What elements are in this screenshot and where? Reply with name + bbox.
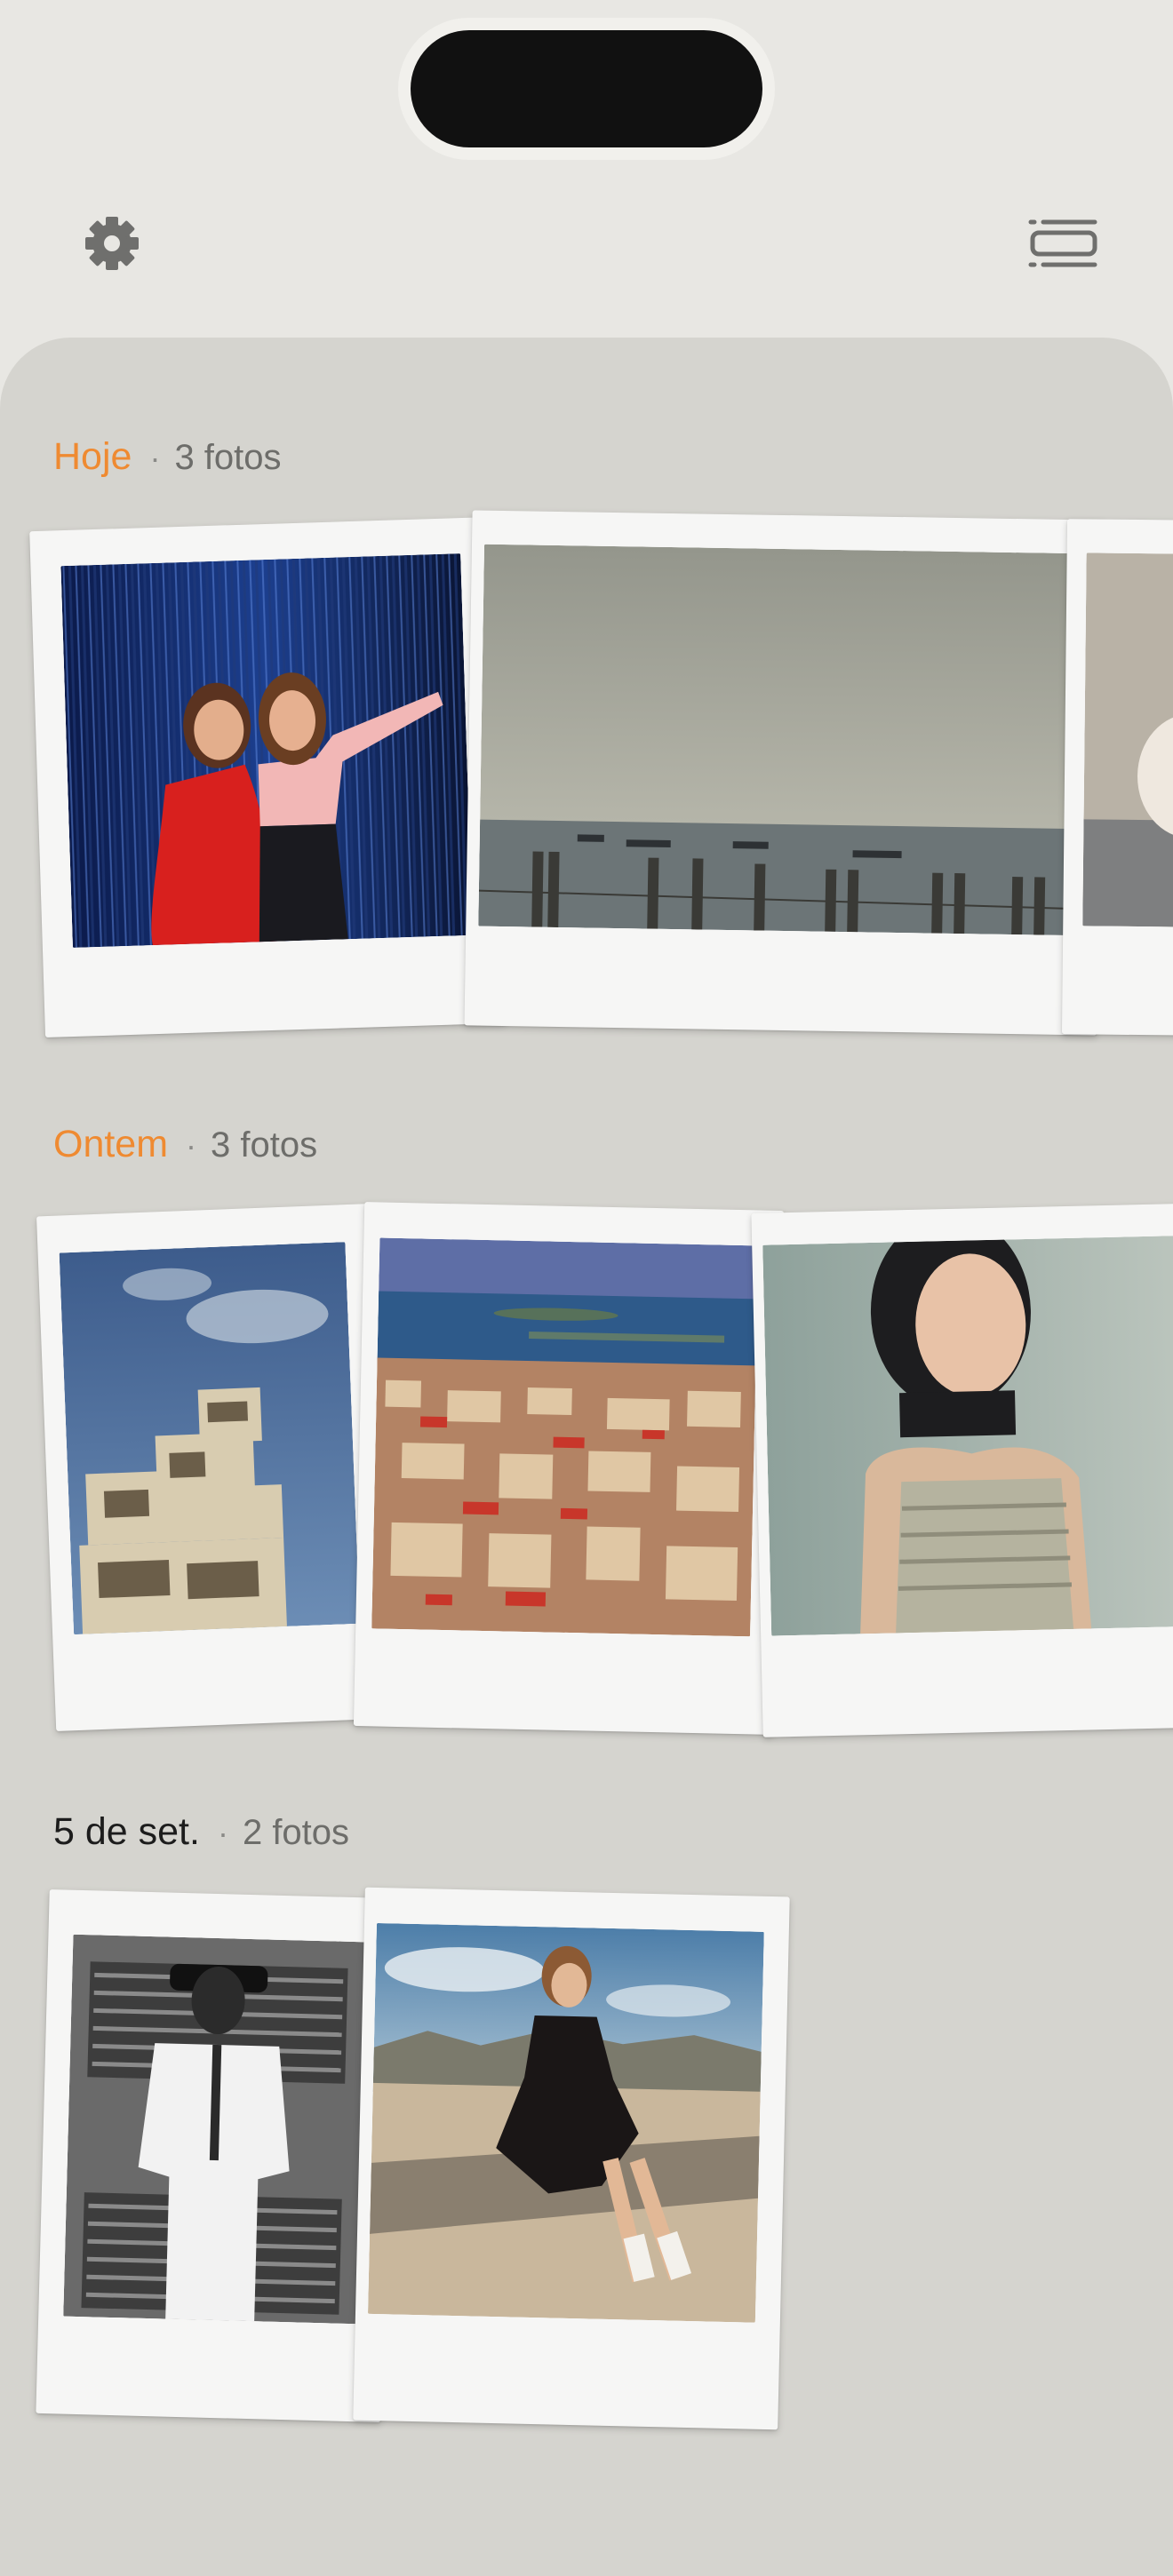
- photo-card[interactable]: [36, 1889, 395, 2422]
- photo-image: [60, 553, 473, 948]
- section-header-ontem: Ontem · 3 fotos: [53, 1123, 317, 1176]
- section-title: Hoje: [53, 435, 132, 478]
- dynamic-island: [411, 30, 762, 147]
- section-title: Ontem: [53, 1123, 169, 1165]
- settings-button[interactable]: [76, 208, 148, 279]
- photo-image: [762, 1235, 1173, 1636]
- photo-card[interactable]: [353, 1887, 790, 2430]
- photo-card[interactable]: [751, 1203, 1173, 1737]
- photo-card[interactable]: [36, 1203, 390, 1732]
- layout-toggle-button[interactable]: [1024, 208, 1102, 279]
- photo-image: [367, 1922, 764, 2323]
- section-title: 5 de set.: [53, 1810, 200, 1853]
- gear-icon: [85, 217, 139, 270]
- photo-count: 2 fotos: [242, 1813, 350, 1852]
- photo-count: 3 fotos: [174, 438, 282, 477]
- photo-image: [371, 1237, 759, 1637]
- photo-card[interactable]: [1061, 519, 1173, 1036]
- photo-image: [59, 1242, 360, 1635]
- photo-card[interactable]: [29, 517, 506, 1038]
- separator-dot: ·: [149, 440, 161, 476]
- photo-image: [1082, 553, 1173, 927]
- separator-dot: ·: [186, 1127, 197, 1164]
- photo-image: [63, 1934, 367, 2325]
- photo-count: 3 fotos: [211, 1125, 318, 1165]
- photo-card[interactable]: [353, 1202, 785, 1735]
- list-layout-icon: [1028, 219, 1097, 267]
- section-header-hoje: Hoje · 3 fotos: [53, 435, 282, 489]
- section-header-5-de-set: 5 de set. · 2 fotos: [53, 1810, 349, 1864]
- photo-image: [478, 544, 1080, 936]
- separator-dot: ·: [217, 1815, 228, 1851]
- photo-card[interactable]: [464, 510, 1105, 1036]
- photo-feed[interactable]: Hoje · 3 fotos Ontem · 3 fotos 5 de set.…: [0, 338, 1173, 2576]
